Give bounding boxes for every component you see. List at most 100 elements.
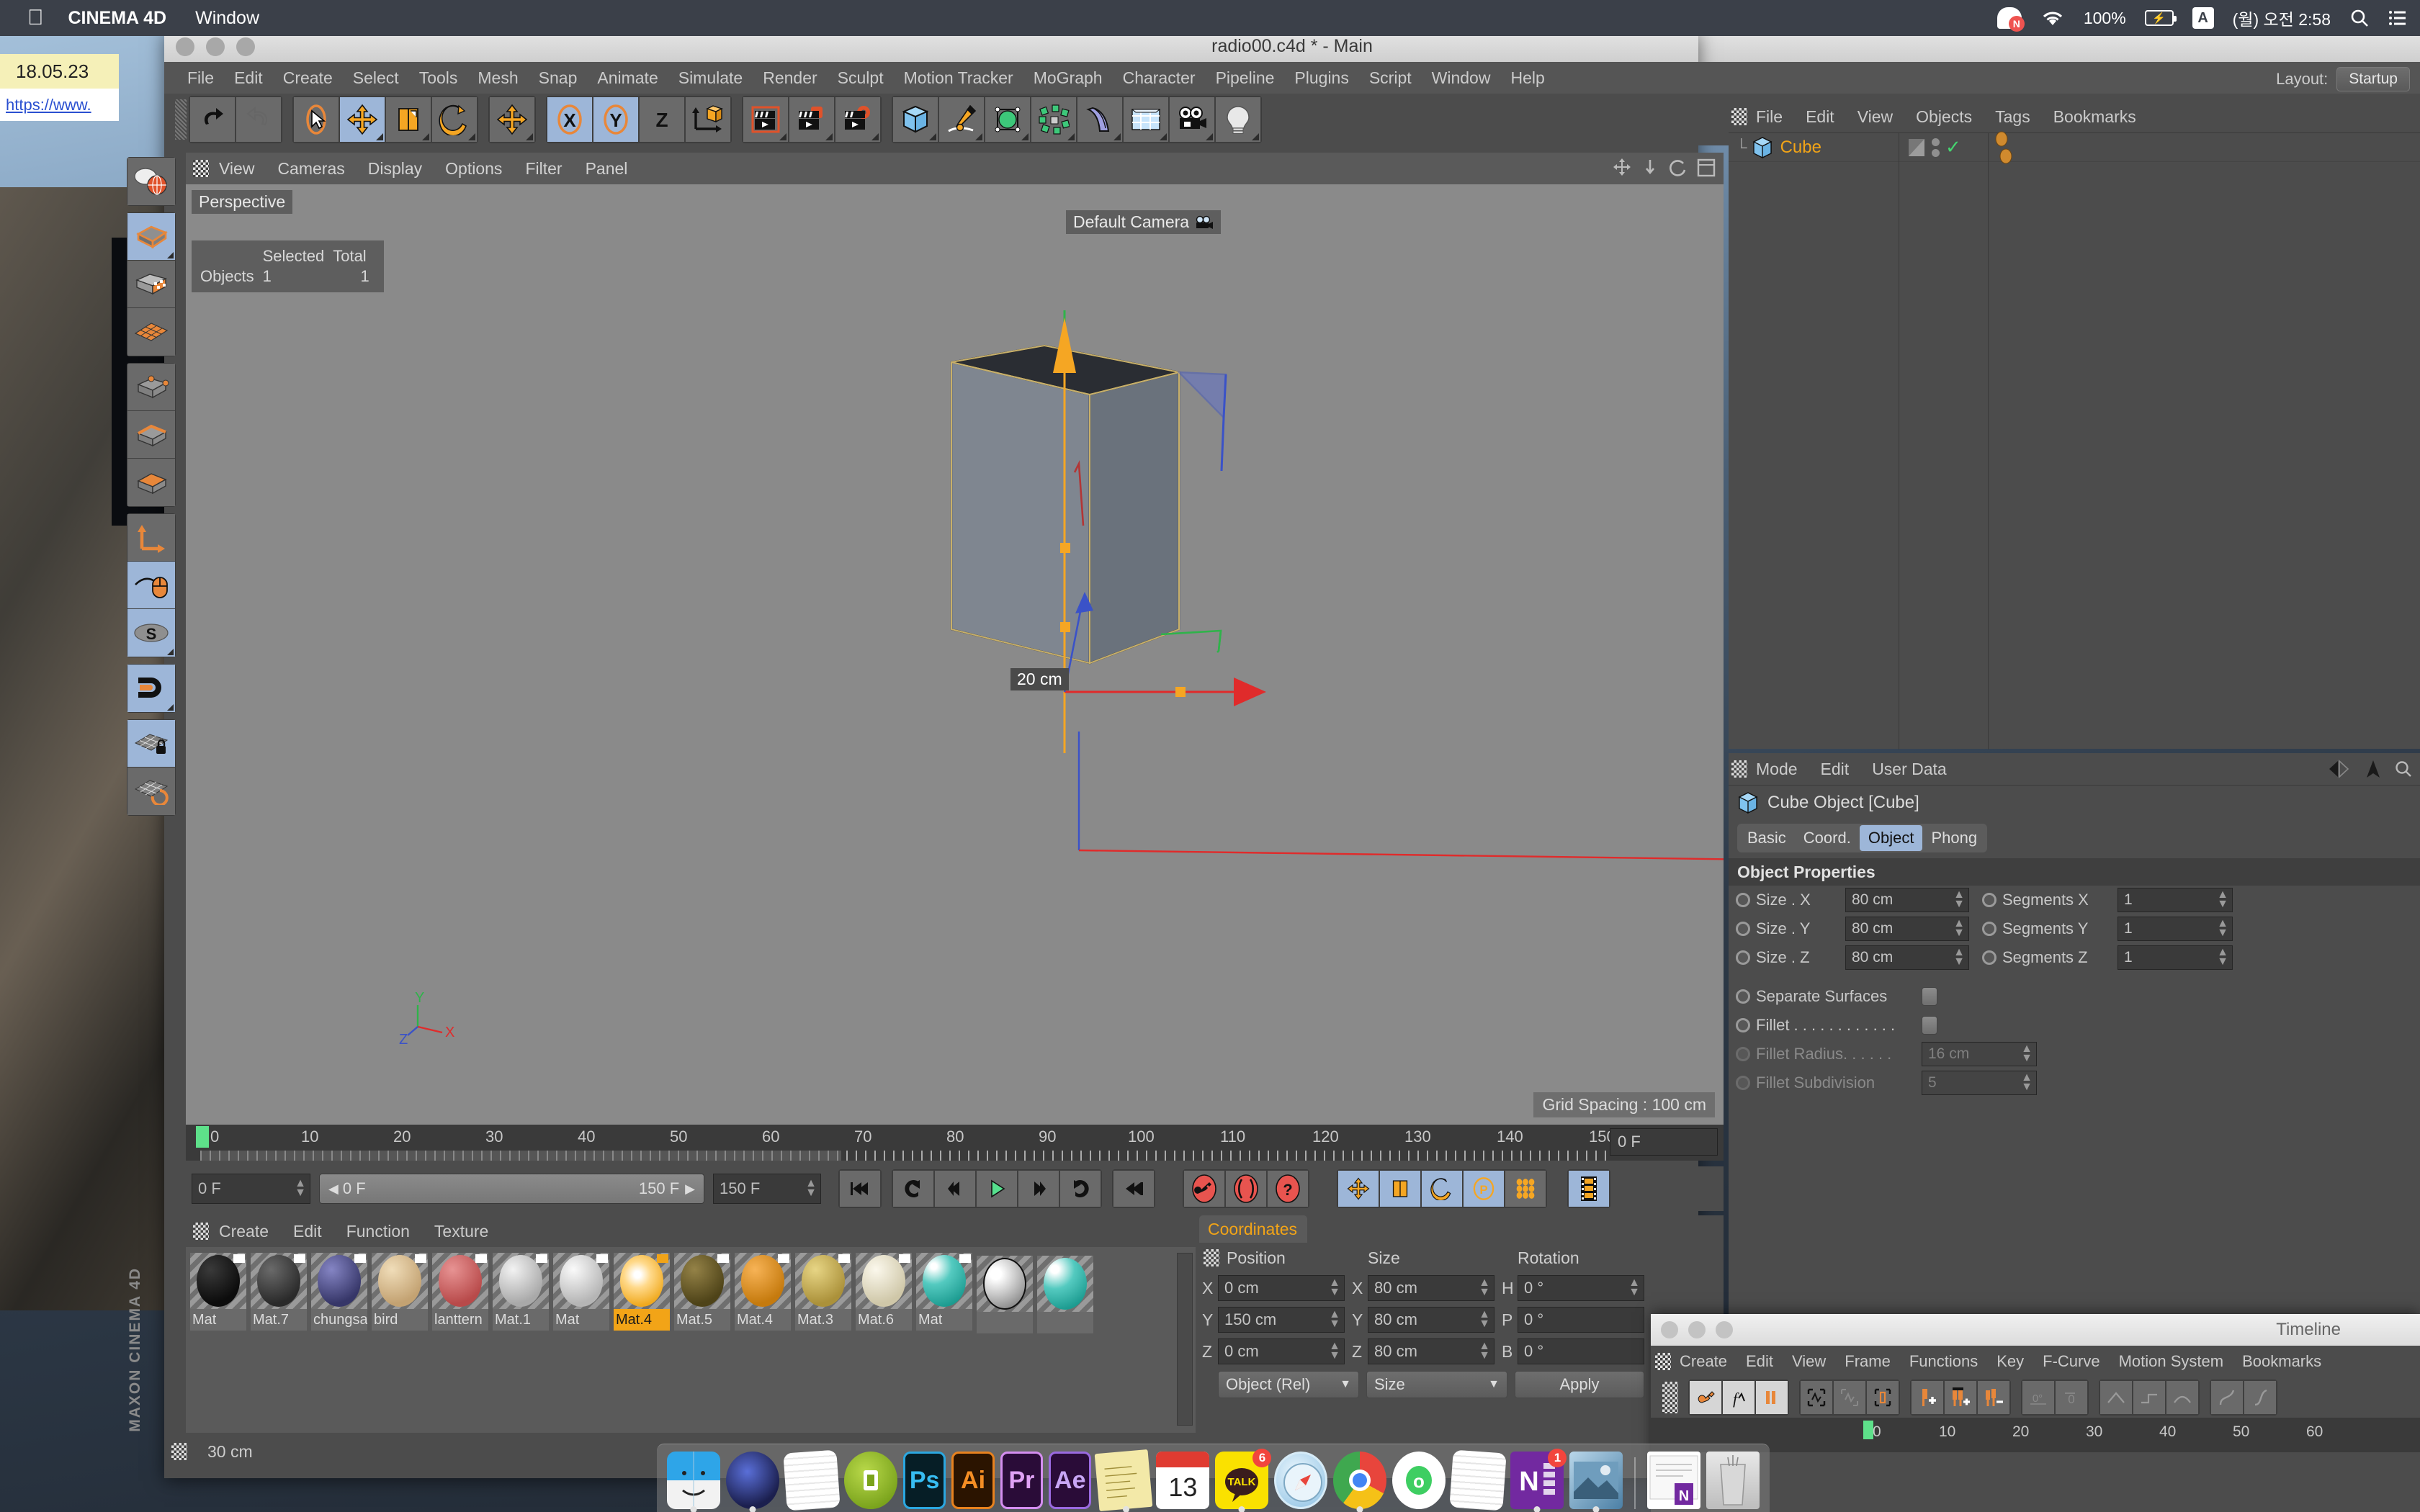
material-menu-texture[interactable]: Texture: [434, 1222, 488, 1241]
stickies-icon[interactable]: [1095, 1449, 1153, 1512]
timeline-maximize-button[interactable]: [1716, 1321, 1733, 1338]
go-to-end-button[interactable]: [1113, 1170, 1155, 1207]
spotlight-icon[interactable]: [2349, 8, 2370, 28]
frame-all-button[interactable]: [1800, 1380, 1833, 1415]
menu-render[interactable]: Render: [763, 68, 817, 88]
cinema4d-icon[interactable]: [726, 1452, 779, 1512]
rotation-b-input[interactable]: 0 °: [1518, 1338, 1644, 1364]
range-start-arrow-icon[interactable]: ◀: [328, 1182, 339, 1197]
textedit-icon[interactable]: [783, 1449, 841, 1511]
timeline-strip[interactable]: 0 10 20 30 40 50 60 70 80 90 100 110 120…: [186, 1125, 1724, 1161]
pages-icon[interactable]: [1449, 1449, 1507, 1511]
angle-interpolation-button[interactable]: 0°: [2022, 1380, 2055, 1415]
autokeying-button[interactable]: [1225, 1170, 1267, 1207]
key-parameter-button[interactable]: P: [1463, 1170, 1505, 1207]
timeline-menu-fcurve[interactable]: F-Curve: [2043, 1352, 2099, 1371]
add-keys-button[interactable]: [1944, 1380, 1977, 1415]
toolbar-grip[interactable]: [175, 99, 187, 140]
position-z-input[interactable]: 0 cm ▲ ▼: [1218, 1338, 1345, 1364]
go-to-start-button[interactable]: [839, 1170, 881, 1207]
key-rotation-button[interactable]: [1421, 1170, 1463, 1207]
coordinate-system-button[interactable]: [685, 96, 731, 143]
viewport-menu-cameras[interactable]: Cameras: [277, 159, 344, 179]
premiere-icon[interactable]: Pr: [1000, 1452, 1044, 1509]
animate-toggle-icon[interactable]: [1982, 893, 1996, 907]
window-minimize-button[interactable]: [206, 37, 225, 56]
window-close-button[interactable]: [176, 37, 194, 56]
range-end-arrow-icon[interactable]: ▶: [685, 1182, 695, 1197]
smooth-tangent-button[interactable]: [2166, 1380, 2199, 1415]
object-menu-tags[interactable]: Tags: [1995, 107, 2030, 127]
axis-y-button[interactable]: Y: [593, 96, 639, 143]
timeline-menu-create[interactable]: Create: [1680, 1352, 1727, 1371]
naver-notification-icon[interactable]: [1996, 7, 2025, 32]
redo-button[interactable]: [236, 96, 282, 143]
wifi-icon[interactable]: [2040, 9, 2065, 27]
hancom-icon[interactable]: [844, 1452, 897, 1509]
preview-range-bar[interactable]: ◀ 0 F 150 F ▶: [319, 1174, 704, 1204]
generator-button[interactable]: [985, 96, 1031, 143]
downloads-stack-icon[interactable]: N: [1647, 1452, 1700, 1509]
safari-icon[interactable]: [1274, 1452, 1328, 1509]
scene-object-button[interactable]: [1123, 96, 1169, 143]
previous-key-button[interactable]: [892, 1170, 934, 1207]
menu-animate[interactable]: Animate: [597, 68, 658, 88]
kakaotalk-icon[interactable]: TALK 6: [1215, 1449, 1272, 1512]
desktop-link-widget[interactable]: https://www.: [0, 89, 119, 121]
material-scrollbar[interactable]: [1177, 1253, 1193, 1426]
material-item[interactable]: chungsa: [311, 1253, 367, 1332]
axis-mode-button[interactable]: [127, 514, 175, 562]
size-x-input[interactable]: 80 cm ▲ ▼: [1368, 1275, 1494, 1301]
rotation-h-input[interactable]: 0 ° ▲ ▼: [1518, 1275, 1644, 1301]
menu-file[interactable]: File: [187, 68, 214, 88]
size-y-field[interactable]: 80 cm ▲ ▼: [1845, 917, 1969, 941]
segments-z-field[interactable]: 1 ▲ ▼: [2118, 945, 2233, 970]
coordinate-mode-select[interactable]: Object (Rel) ▼: [1218, 1371, 1359, 1398]
material-item-selected[interactable]: Mat.4: [614, 1253, 670, 1332]
material-menu-create[interactable]: Create: [219, 1222, 269, 1241]
max-frame-input[interactable]: 150 F ▲ ▼: [713, 1174, 821, 1204]
keyframe-selection-button[interactable]: ?: [1267, 1170, 1309, 1207]
spline-pen-button[interactable]: [938, 96, 985, 143]
timeline-range-highlight[interactable]: [200, 1151, 841, 1161]
record-keyframe-button[interactable]: [1183, 1170, 1225, 1207]
camera-button[interactable]: [1169, 96, 1215, 143]
menubar-app-name[interactable]: CINEMA 4D: [68, 8, 167, 29]
snap-magnet-button[interactable]: [127, 665, 175, 712]
points-mode-button[interactable]: [127, 364, 175, 411]
axis-x-button[interactable]: X: [547, 96, 593, 143]
timeline-panel-grip-icon[interactable]: [1655, 1353, 1671, 1370]
current-frame-input[interactable]: 0 F ▲ ▼: [192, 1174, 310, 1204]
search-icon[interactable]: [2394, 760, 2413, 778]
menu-window[interactable]: Window: [1432, 68, 1491, 88]
input-source-indicator[interactable]: A: [2192, 7, 2214, 29]
tab-coord[interactable]: Coord.: [1795, 825, 1860, 851]
rotate-tool[interactable]: [431, 96, 478, 143]
enabled-check-icon[interactable]: ✓: [1945, 136, 1961, 158]
axis-z-button[interactable]: Z: [639, 96, 685, 143]
notification-center-icon[interactable]: [2388, 9, 2407, 27]
status-grip-icon[interactable]: [171, 1443, 187, 1460]
animate-toggle-icon[interactable]: [1736, 989, 1750, 1004]
layout-select[interactable]: Startup: [2336, 67, 2410, 91]
step-forward-button[interactable]: [1018, 1170, 1059, 1207]
key-position-button[interactable]: [1337, 1170, 1379, 1207]
object-menu-edit[interactable]: Edit: [1806, 107, 1834, 127]
frame-scene-button[interactable]: [1866, 1380, 1899, 1415]
object-menu-objects[interactable]: Objects: [1916, 107, 1972, 127]
menu-help[interactable]: Help: [1510, 68, 1544, 88]
material-item[interactable]: Mat.5: [674, 1253, 730, 1332]
visibility-dots[interactable]: [1932, 138, 1940, 157]
menu-tools[interactable]: Tools: [419, 68, 458, 88]
delete-key-button[interactable]: [1977, 1380, 2010, 1415]
material-item[interactable]: Mat.6: [856, 1253, 912, 1332]
position-y-input[interactable]: 150 cm ▲ ▼: [1218, 1307, 1345, 1333]
chrome-icon[interactable]: [1333, 1452, 1387, 1512]
timeline-toggle-button[interactable]: [1568, 1170, 1610, 1207]
material-item[interactable]: Mat.1: [493, 1253, 549, 1332]
timeline-menu-view[interactable]: View: [1792, 1352, 1826, 1371]
object-menu-bookmarks[interactable]: Bookmarks: [2053, 107, 2136, 127]
material-menu-edit[interactable]: Edit: [293, 1222, 322, 1241]
menu-mesh[interactable]: Mesh: [478, 68, 518, 88]
apply-button[interactable]: Apply: [1515, 1371, 1644, 1398]
